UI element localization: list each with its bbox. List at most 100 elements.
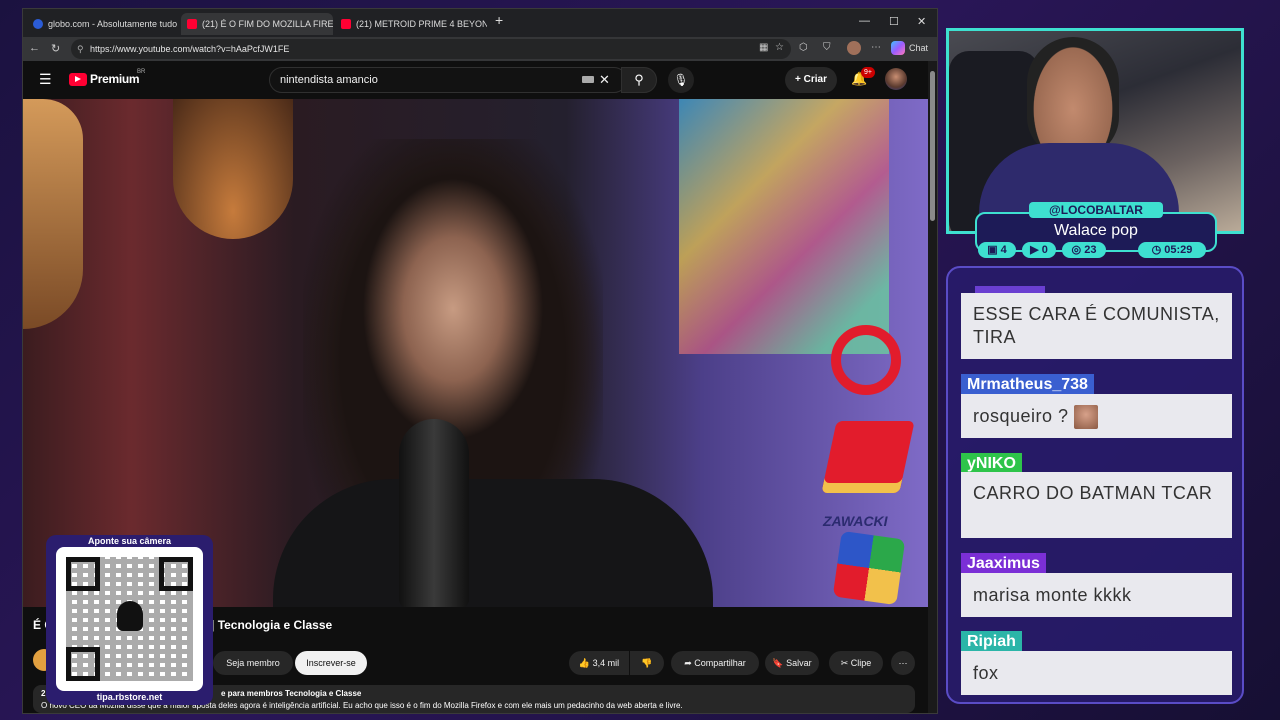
video-count-badge: ▶ 0 xyxy=(1022,242,1056,258)
n64-logo xyxy=(832,530,906,606)
subscribe-button[interactable]: Inscrever-se xyxy=(295,651,367,675)
streamer-face xyxy=(1027,37,1119,157)
streamer-handle: @LOCOBALTAR xyxy=(1029,202,1163,218)
page-scrollbar[interactable] xyxy=(928,61,937,713)
chat-message-text: ESSE CARA É COMUNISTA, TIRA xyxy=(961,293,1232,359)
uptime: 05:29 xyxy=(1164,244,1193,256)
tab-metroid[interactable]: (21) METROID PRIME 4 BEYOND ( ✕ xyxy=(335,13,487,35)
create-label: Criar xyxy=(803,74,827,85)
clip-label: Clipe xyxy=(850,658,872,668)
search-value: nintendista amancio xyxy=(280,74,378,86)
join-button[interactable]: Seja membro xyxy=(213,651,293,675)
video-title-end: | Tecnologia e Classe xyxy=(211,618,333,632)
guitar-image xyxy=(23,99,83,329)
tab-title: (21) METROID PRIME 4 BEYOND ( xyxy=(356,19,487,29)
chat-username: Mrmatheus_738 xyxy=(961,374,1094,396)
tab-title: globo.com - Absolutamente tudo xyxy=(48,19,178,29)
favorite-icon[interactable]: ☆ xyxy=(775,42,784,53)
voice-search-button[interactable]: 🎙 xyxy=(668,67,694,93)
shield-icon[interactable]: ⛉ xyxy=(823,42,831,53)
qr-caption-top: Aponte sua câmera xyxy=(87,536,172,546)
close-window-button[interactable]: ✕ xyxy=(917,15,926,28)
chat-message-text: CARRO DO BATMAN TCAR xyxy=(961,472,1232,538)
copilot-icon[interactable] xyxy=(891,41,905,55)
qr-panel: Aponte sua câmera tipa.rbstore.net xyxy=(46,535,213,705)
more-actions-button[interactable]: ⋯ xyxy=(891,651,915,675)
viewers-count: 23 xyxy=(1084,244,1097,256)
person-head-icon xyxy=(117,601,143,631)
chat-username: Jaaximus xyxy=(961,553,1046,575)
chat-count: 4 xyxy=(1000,244,1007,256)
search-button[interactable]: ⚲ xyxy=(621,67,657,93)
clear-search-icon[interactable]: ✕ xyxy=(599,68,610,92)
back-icon[interactable]: ← xyxy=(29,42,40,54)
chat-count-badge: ▣ 4 xyxy=(978,242,1016,258)
create-button[interactable]: + Criar xyxy=(785,67,837,93)
thumbs-down-icon: 👎 xyxy=(641,658,653,668)
like-button[interactable]: 👍 3,4 mil xyxy=(569,651,629,675)
chat-button[interactable]: Chat xyxy=(909,43,928,53)
emote-icon xyxy=(1074,405,1099,430)
brand-text: ZAWACKI xyxy=(823,513,888,529)
tab-globo[interactable]: globo.com - Absolutamente tudo ✕ xyxy=(27,13,179,35)
bookmark-icon: 🔖 xyxy=(772,658,784,668)
plus-icon: + xyxy=(795,74,801,85)
tab-title: (21) É O FIM DO MOZILLA FIREFO xyxy=(202,19,333,29)
url-text: https://www.youtube.com/watch?v=hAaPcfJW… xyxy=(90,44,290,54)
scissors-icon: ✂ xyxy=(840,658,849,668)
scroll-thumb[interactable] xyxy=(930,71,935,221)
dislike-button[interactable]: 👎 xyxy=(630,651,664,675)
profile-avatar[interactable] xyxy=(847,41,861,55)
tab-firefox-video[interactable]: (21) É O FIM DO MOZILLA FIREFO ✕ xyxy=(181,13,333,35)
desc-meta-prefix: 2 xyxy=(41,689,46,698)
more-icon[interactable]: ⋯ xyxy=(871,42,881,53)
save-button[interactable]: 🔖 Salvar xyxy=(765,651,819,675)
reader-icon[interactable]: ▦ xyxy=(759,42,768,53)
search-icon: ⚲ xyxy=(634,72,644,87)
close-tab-icon[interactable]: ✕ xyxy=(177,19,179,30)
site-info-icon[interactable]: ⚲ xyxy=(77,39,84,59)
chat-message-text: fox xyxy=(961,651,1232,695)
extensions-icon[interactable]: ⬡ xyxy=(799,42,808,53)
like-count: 3,4 mil xyxy=(592,658,620,668)
youtube-header: ☰ Premium BR nintendista amancio ✕ ⚲ 🎙 +… xyxy=(23,61,928,99)
notification-badge: 9+ xyxy=(861,67,875,78)
menu-icon[interactable]: ☰ xyxy=(39,71,52,88)
tab-bar: globo.com - Absolutamente tudo ✕ (21) É … xyxy=(23,9,937,37)
chat-username: Ripiah xyxy=(961,631,1022,653)
keyboard-icon[interactable] xyxy=(582,76,594,83)
viewers-badge: ◎ 23 xyxy=(1062,242,1106,258)
account-avatar[interactable] xyxy=(885,68,907,90)
presenter-shirt xyxy=(273,479,713,607)
mic-icon: 🎙 xyxy=(673,73,689,87)
url-field[interactable]: ⚲ https://www.youtube.com/watch?v=hAaPcf… xyxy=(71,39,791,59)
clock-icon: ◷ xyxy=(1151,244,1162,256)
thumbs-up-icon: 👍 xyxy=(578,658,591,668)
search-input[interactable]: nintendista amancio ✕ xyxy=(269,67,627,93)
logo-text[interactable]: Premium xyxy=(90,72,140,86)
reload-icon[interactable]: ↻ xyxy=(51,42,60,55)
minimize-button[interactable]: — xyxy=(859,15,870,27)
new-tab-button[interactable]: + xyxy=(495,12,503,28)
viewers-icon: ◎ xyxy=(1071,244,1082,256)
chat-icon: ▣ xyxy=(987,244,998,256)
clip-button[interactable]: ✂ Clipe xyxy=(829,651,883,675)
youtube-icon xyxy=(341,19,351,29)
video-count: 0 xyxy=(1041,244,1048,256)
share-button[interactable]: ➦ Compartilhar xyxy=(671,651,759,675)
qr-caption-bottom: tipa.rbstore.net xyxy=(96,692,163,702)
streamer-name: Walace pop xyxy=(1054,222,1138,239)
video-icon: ▶ xyxy=(1030,244,1039,256)
desc-meta: e para membros Tecnologia e Classe xyxy=(221,689,362,698)
save-label: Salvar xyxy=(786,658,812,668)
red-logo xyxy=(831,325,901,395)
red-blocks-logo xyxy=(821,421,915,493)
guitar-image xyxy=(173,99,293,239)
youtube-icon xyxy=(187,19,197,29)
chat-message-text: rosqueiro ? xyxy=(973,406,1069,426)
microphone-image xyxy=(399,419,469,607)
region-code: BR xyxy=(137,69,146,75)
youtube-logo-icon[interactable] xyxy=(69,73,87,86)
video-player[interactable]: ZAWACKI xyxy=(23,99,928,607)
maximize-button[interactable]: ☐ xyxy=(889,15,899,28)
